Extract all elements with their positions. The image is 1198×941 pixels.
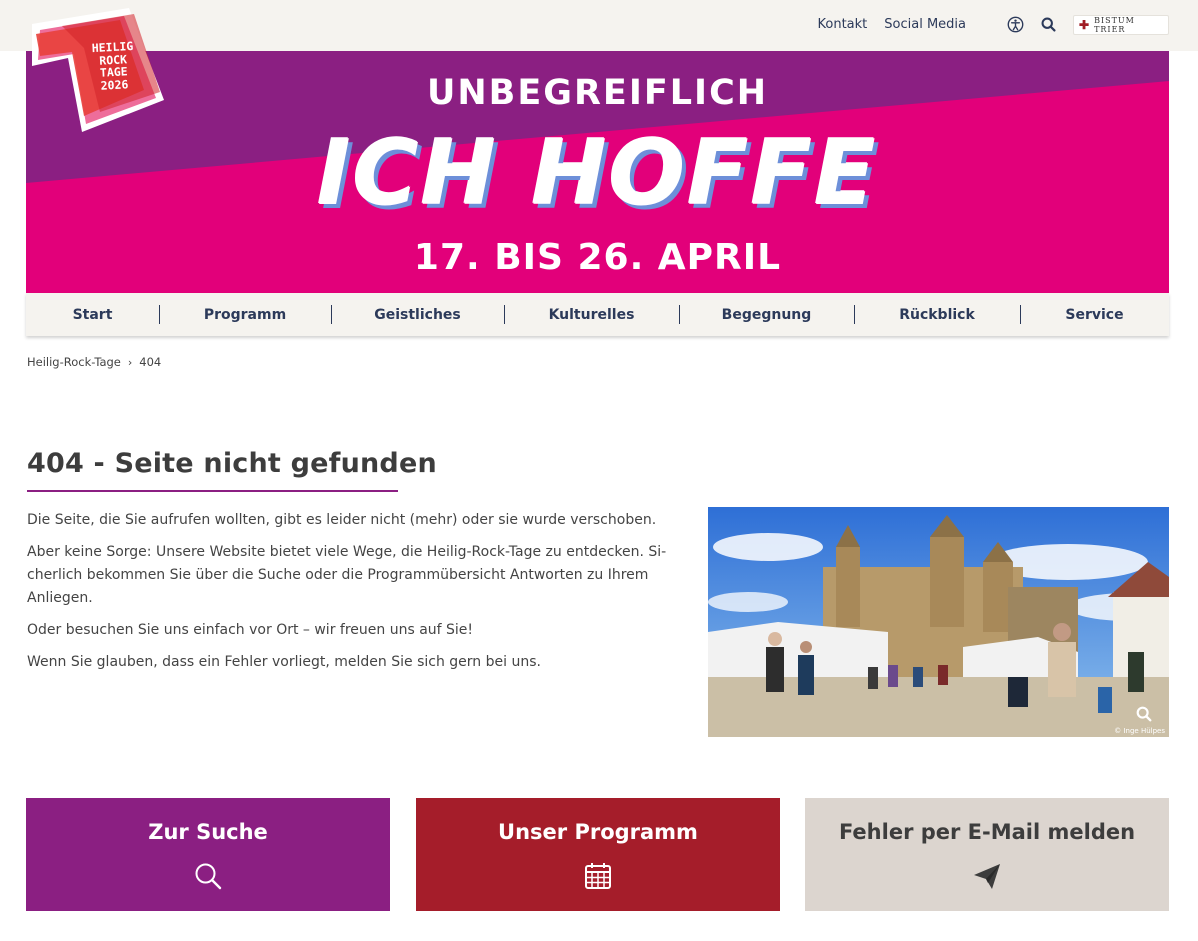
bistum-trier-logo[interactable]: ✚ BISTUM TRIER	[1073, 15, 1169, 35]
nav-item-rueckblick[interactable]: Rückblick	[854, 293, 1020, 336]
cross-icon: ✚	[1079, 18, 1091, 32]
top-links: Kontakt Social Media	[818, 17, 967, 32]
nav-item-begegnung[interactable]: Begegnung	[679, 293, 854, 336]
accessibility-icon[interactable]	[1007, 16, 1024, 33]
paragraph: Die Seite, die Sie aufrufen wollten, gib…	[27, 512, 657, 528]
tile-search[interactable]: Zur Suche	[26, 798, 390, 911]
breadcrumb: Heilig-Rock-Tage › 404	[27, 355, 161, 369]
tile-programm[interactable]: Unser Programm	[416, 798, 780, 911]
page-title: 404 - Seite nicht gefunden	[27, 448, 437, 479]
calendar-icon	[585, 863, 611, 889]
tile-search-label: Zur Suche	[148, 820, 268, 844]
nav-item-kulturelles[interactable]: Kulturelles	[504, 293, 679, 336]
zoom-icon[interactable]	[1135, 705, 1153, 723]
paper-plane-icon	[974, 864, 1000, 889]
breadcrumb-current: 404	[139, 355, 162, 369]
main-navigation: Start Programm Geistliches Kulturelles B…	[26, 293, 1169, 336]
top-bar: Kontakt Social Media ✚ BISTUM TRIER	[0, 0, 1198, 51]
hero-banner: UNBEGREIFLICH ICH HOFFE 17. BIS 26. APRI…	[26, 51, 1169, 293]
banner-main: ICH HOFFE	[317, 121, 878, 226]
cathedral-photo[interactable]: © Inge Hülpes	[708, 507, 1169, 737]
logo-text: HEILIG ROCK TAGE 2026	[91, 38, 134, 93]
paragraph: Oder besuchen Sie uns einfach vor Ort – …	[27, 622, 474, 638]
paragraph: Wenn Sie glauben, dass ein Fehler vorlie…	[27, 654, 541, 670]
chevron-right-icon: ›	[127, 355, 133, 369]
nav-item-geistliches[interactable]: Geistliches	[331, 293, 504, 336]
bistum-label: BISTUM TRIER	[1094, 16, 1135, 34]
contact-link[interactable]: Kontakt	[818, 17, 868, 32]
banner-line-1: UNBEGREIFLICH	[426, 73, 769, 113]
search-icon[interactable]	[1040, 16, 1057, 33]
search-icon	[195, 863, 222, 890]
nav-item-programm[interactable]: Programm	[159, 293, 331, 336]
nav-item-start[interactable]: Start	[26, 293, 159, 336]
breadcrumb-home[interactable]: Heilig-Rock-Tage	[27, 355, 121, 369]
nav-item-service[interactable]: Service	[1020, 293, 1169, 336]
tile-report-error[interactable]: Fehler per E-Mail melden	[805, 798, 1169, 911]
banner-dates: 17. BIS 26. APRIL	[413, 237, 782, 278]
tile-report-error-label: Fehler per E-Mail melden	[838, 820, 1136, 844]
title-underline	[27, 490, 398, 492]
body-text: Die Seite, die Sie aufrufen wollten, gib…	[27, 509, 667, 683]
site-logo[interactable]: HEILIG ROCK TAGE 2026	[24, 4, 169, 136]
paragraph: Aber keine Sorge: Unsere Website bietet …	[27, 544, 667, 606]
photo-credit: © Inge Hülpes	[1114, 727, 1165, 735]
tile-programm-label: Unser Programm	[498, 820, 698, 844]
social-media-link[interactable]: Social Media	[884, 17, 966, 32]
